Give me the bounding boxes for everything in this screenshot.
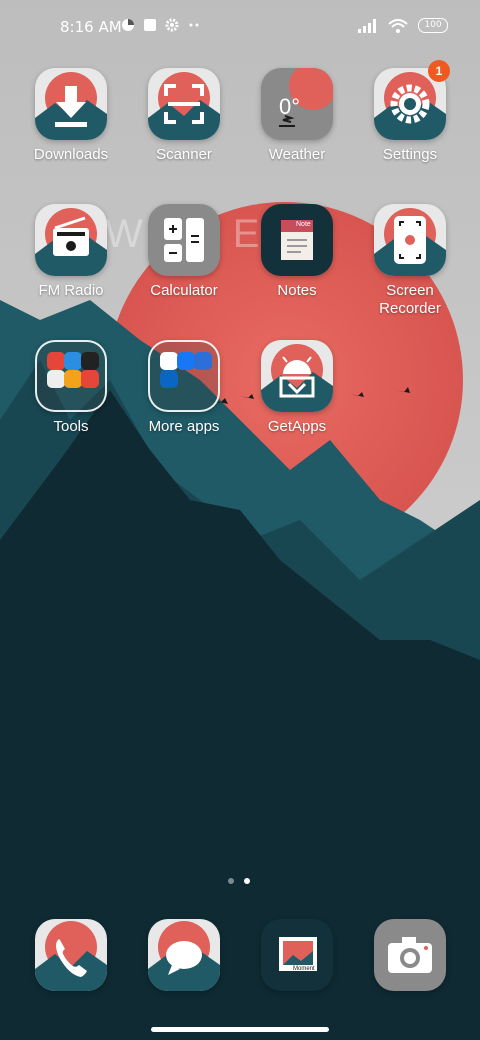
calculator-icon: [164, 218, 204, 262]
getapps-icon: [261, 344, 333, 412]
page-dot[interactable]: [228, 878, 234, 884]
app-label: Screen Recorder: [379, 282, 441, 317]
home-gesture-bar[interactable]: [151, 1027, 329, 1032]
gallery-icon: [279, 937, 317, 971]
folder-icon: [148, 340, 220, 412]
dock-phone[interactable]: [15, 919, 127, 991]
app-settings[interactable]: Settings: [354, 68, 466, 164]
app-downloads[interactable]: Downloads: [15, 68, 127, 164]
notes-icon: [281, 220, 313, 260]
folder-icon: [35, 340, 107, 412]
app-label: Tools: [53, 418, 89, 435]
app-label: Settings: [382, 146, 438, 163]
folder-tools[interactable]: Tools: [15, 340, 127, 436]
battery-icon: 100: [418, 18, 448, 33]
status-time: 8:16 AM: [60, 18, 122, 36]
page-dot-active[interactable]: [244, 878, 250, 884]
notes-tag: Note: [296, 221, 311, 228]
data-saver-icon: [122, 19, 134, 31]
app-calculator[interactable]: Calculator: [128, 204, 240, 300]
radio-icon: [35, 208, 107, 276]
download-icon: [35, 72, 107, 140]
weather-temp: 0°: [279, 94, 301, 119]
app-getapps[interactable]: GetApps: [241, 340, 353, 436]
app-label: Scanner: [156, 146, 212, 163]
gear-icon: [165, 18, 179, 32]
wifi-icon: [388, 18, 408, 33]
camera-icon: [388, 937, 432, 973]
app-label: More apps: [148, 418, 220, 435]
app-label: GetApps: [267, 418, 327, 435]
dock-messages[interactable]: [128, 919, 240, 991]
page-indicator[interactable]: [228, 878, 250, 884]
app-label: FM Radio: [38, 282, 104, 299]
app-fm-radio[interactable]: FM Radio: [15, 204, 127, 300]
dock-gallery[interactable]: Moment: [241, 919, 353, 991]
screen-recorder-icon: [374, 208, 446, 276]
folder-more-apps[interactable]: More apps: [128, 340, 240, 436]
phone-icon: [35, 921, 107, 991]
notification-badge: 1: [428, 60, 450, 82]
more-dots-icon: [189, 23, 199, 27]
app-weather[interactable]: 0° Weather: [241, 68, 353, 164]
app-label: Downloads: [33, 146, 109, 163]
dock-camera[interactable]: [354, 919, 466, 991]
app-label: Notes: [277, 282, 317, 299]
app-screen-recorder[interactable]: Screen Recorder: [354, 204, 466, 318]
status-bar: 8:16 AM 100: [0, 0, 480, 56]
app-notes[interactable]: Note Notes: [241, 204, 353, 300]
gallery-caption: Moment: [293, 966, 315, 972]
square-notification-icon: [144, 19, 156, 31]
app-label: Calculator: [150, 282, 218, 299]
signal-icon: [358, 18, 376, 33]
app-scanner[interactable]: Scanner: [128, 68, 240, 164]
app-label: Weather: [268, 146, 326, 163]
message-icon: [148, 921, 220, 991]
scanner-icon: [148, 72, 220, 140]
